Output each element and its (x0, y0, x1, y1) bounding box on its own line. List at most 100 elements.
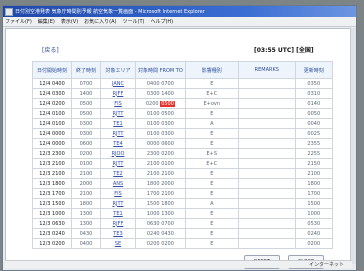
vertical-scrollbar[interactable] (350, 28, 356, 264)
table-cell[interactable]: RJTT (100, 198, 136, 209)
table-cell[interactable]: ANS (100, 178, 136, 189)
table-cell: 0630 0700 (135, 218, 186, 229)
browser-window: 日付別空港発表 気象庁時間別予報 航空気象一覧画面 - Microsoft In… (2, 5, 357, 271)
table-cell: 0600 (71, 138, 101, 149)
time-from: 2100 (146, 170, 162, 177)
table-body: 12/4 0400 0700 JANC 0400 0700 E 0350 12/4 0300… (32, 78, 333, 249)
table-row: 12/4 0400 0700 JANC 0400 0700 E 0350 (32, 78, 333, 89)
table-cell: 12/3 1500 (32, 198, 72, 209)
time-to: 0500 (161, 110, 174, 117)
table-row: 12/4 0200 0500 FIS 0200 0500 E+ovn 0140 (32, 98, 333, 109)
table-cell: 0200 (294, 238, 333, 249)
forecast-table: 日付開始時刻 終了時刻 対象エリア 対象時間 FROM TO 影響種別 REMA… (32, 61, 333, 249)
window-title: 日付別空港発表 気象庁時間別予報 航空気象一覧画面 - Microsoft In… (15, 9, 205, 15)
table-cell: 2000 (71, 178, 101, 189)
table-cell[interactable]: FIS (100, 188, 136, 199)
menu-help[interactable]: ヘルプ(H) (150, 18, 173, 25)
time-to: 0200 (161, 150, 174, 157)
table-cell: E (184, 238, 239, 249)
time-from: 1800 (146, 180, 162, 187)
table-cell: E+ovn (184, 98, 239, 109)
ie-icon (5, 7, 13, 16)
table-cell[interactable]: TE4 (100, 138, 136, 149)
table-cell: A (184, 118, 239, 129)
table-cell: 12/3 1700 (32, 188, 72, 199)
table-cell[interactable]: TE1 (100, 118, 136, 129)
table-cell: E (184, 108, 239, 119)
table-cell[interactable]: RJFF (100, 88, 136, 99)
time-from: 0000 (146, 140, 162, 147)
table-cell[interactable]: TE1 (100, 208, 136, 219)
table-cell: 1300 (71, 218, 101, 229)
table-cell: 0100 0300 (135, 118, 186, 129)
table-cell: 0100 0500 (135, 108, 186, 119)
table-cell: 2255 (294, 148, 333, 159)
time-to: 0700 (161, 80, 174, 87)
table-cell: 1800 2000 (135, 178, 186, 189)
table-row: 12/4 0000 0300 RJTT 0100 0300 E 0025 (32, 128, 333, 139)
menu-edit[interactable]: 編集(E) (38, 18, 55, 25)
table-row: 12/3 0200 0400 SE 0200 0200 E 0200 (32, 238, 333, 249)
menu-file[interactable]: ファイル(F) (5, 18, 32, 25)
menu-view[interactable]: 表示(V) (61, 18, 78, 25)
table-cell: 1000 1300 (135, 208, 186, 219)
table-cell: 2355 (294, 138, 333, 149)
table-cell[interactable]: TE2 (100, 168, 136, 179)
table-cell: 2100 2100 (135, 168, 186, 179)
table-cell: E+S (184, 148, 239, 159)
time-to: 2000 (161, 180, 174, 187)
table-cell (237, 128, 296, 139)
table-cell (237, 98, 296, 109)
table-cell: 0300 1400 (135, 88, 186, 99)
col-time: 対象時間 FROM TO (135, 61, 186, 79)
table-cell: 0500 (71, 98, 101, 109)
menu-tools[interactable]: ツール(T) (123, 18, 145, 25)
time-to: 2100 (161, 170, 174, 177)
table-cell[interactable]: RJFF (100, 218, 136, 229)
table-cell: 2150 (294, 158, 333, 169)
table-cell: 12/3 0200 (32, 238, 72, 249)
table-cell[interactable]: RJTT (100, 158, 136, 169)
back-link[interactable]: [戻る] (42, 45, 59, 54)
table-cell[interactable]: FIS (100, 98, 136, 109)
table-cell (237, 238, 296, 249)
table-cell[interactable]: TE3 (100, 228, 136, 239)
table-cell[interactable]: RJTT (100, 108, 136, 119)
time-to: 2100 (161, 190, 174, 197)
time-from: 2100 (146, 160, 162, 167)
time-to: 0300 (161, 120, 174, 127)
col-type: 影響種別 (184, 61, 239, 79)
time-to: 1300 (161, 210, 174, 217)
time-to: 0300 (161, 130, 174, 137)
table-cell[interactable]: RJOO (100, 148, 136, 159)
table-cell: 1800 (71, 198, 101, 209)
table-row: 12/3 0630 1300 RJFF 0630 0700 E 0530 (32, 218, 333, 229)
menu-favorites[interactable]: お気に入り(A) (84, 18, 116, 25)
time-to: 1800 (161, 200, 174, 207)
time-to: 0500 (160, 100, 175, 107)
col-end: 終了時刻 (71, 61, 101, 79)
table-cell[interactable]: RJTT (100, 128, 136, 139)
table-cell: E+C (184, 158, 239, 169)
table-cell: E (184, 208, 239, 219)
table-cell (237, 168, 296, 179)
col-remarks: REMARKS (237, 61, 296, 79)
table-cell: E (184, 178, 239, 189)
table-cell (237, 198, 296, 209)
table-cell: 12/4 0300 (32, 88, 72, 99)
table-cell: 0300 (71, 118, 101, 129)
table-cell: 2100 (71, 188, 101, 199)
table-cell: 12/3 0240 (32, 228, 72, 239)
time-from: 1500 (146, 200, 162, 207)
table-cell: 12/3 0630 (32, 218, 72, 229)
table-cell: 1700 (294, 188, 333, 199)
table-cell: 0310 (294, 88, 333, 99)
table-cell: 12/4 0400 (32, 78, 72, 89)
table-cell: 0500 (71, 108, 101, 119)
table-cell[interactable]: JANC (100, 78, 136, 89)
table-cell: 0040 (294, 118, 333, 129)
table-row: 12/3 1800 2000 ANS 1800 2000 E 1800 (32, 178, 333, 189)
table-cell[interactable]: SE (100, 238, 136, 249)
table-cell (237, 218, 296, 229)
table-cell: 0430 (71, 228, 101, 239)
